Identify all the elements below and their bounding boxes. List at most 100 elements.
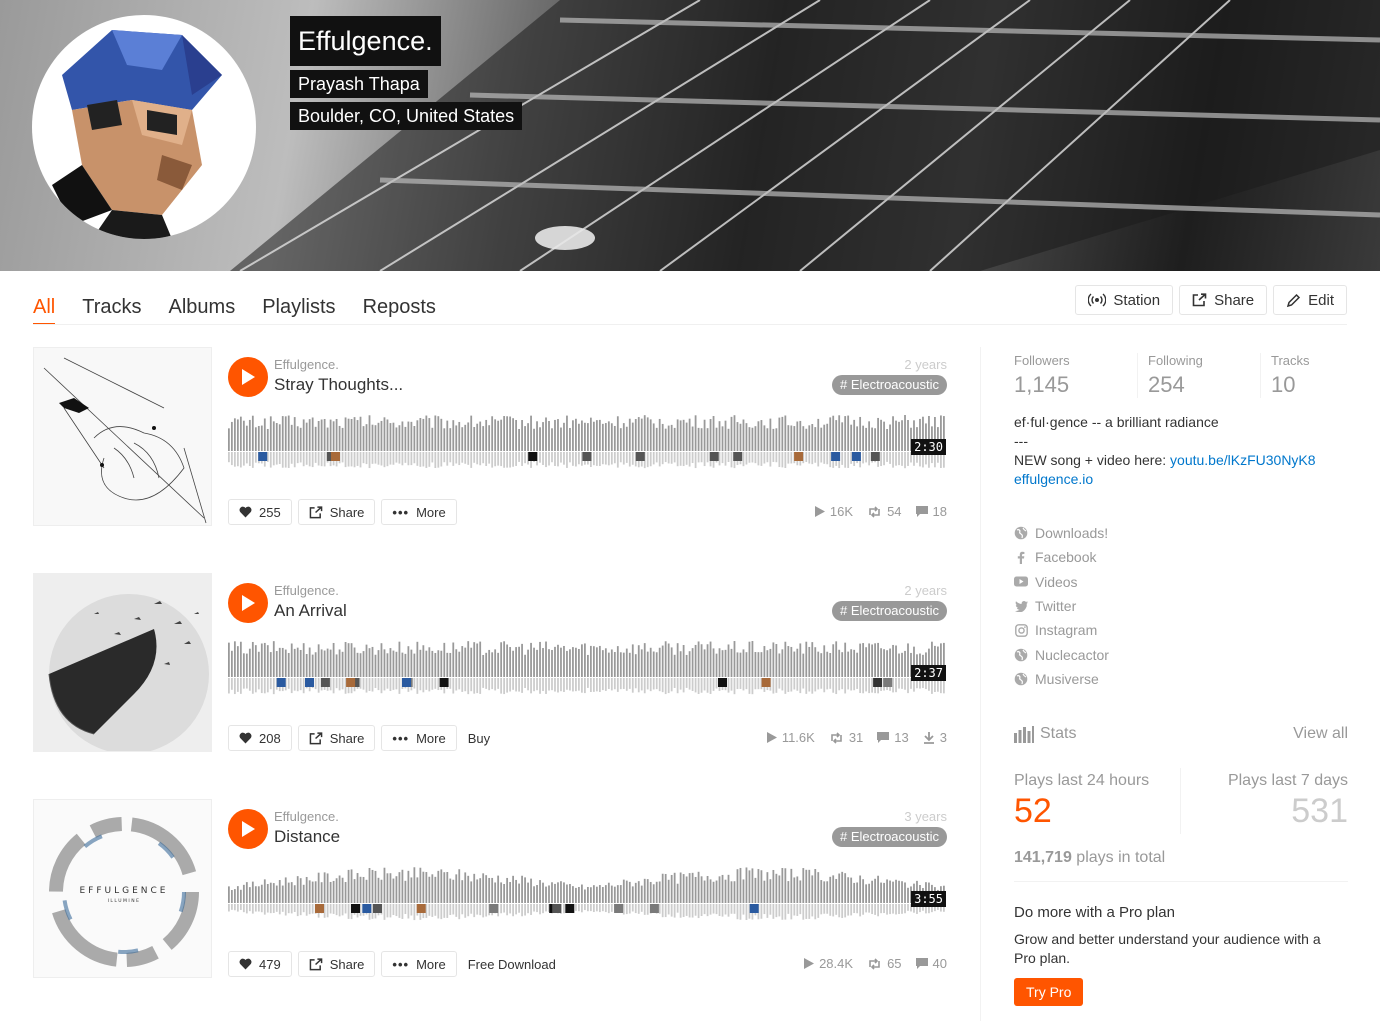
artwork-sub: ILLUMINE <box>108 898 141 904</box>
tab-reposts[interactable]: Reposts <box>363 285 436 325</box>
track-artwork[interactable] <box>33 573 212 752</box>
following-count[interactable]: Following 254 <box>1137 353 1260 398</box>
edit-profile-button[interactable]: Edit <box>1273 285 1347 315</box>
play-button[interactable] <box>228 583 268 623</box>
track-actions: 479 Share ••• More Free Download <box>228 951 561 977</box>
link-instagram[interactable]: Instagram <box>1014 618 1109 642</box>
profile-tabs: All Tracks Albums Playlists Reposts <box>33 285 436 325</box>
station-icon <box>1088 293 1107 307</box>
share-label: Share <box>329 504 365 520</box>
genre-tag[interactable]: # Electroacoustic <box>832 375 947 395</box>
track-age: 2 years <box>904 583 947 598</box>
free-download-link[interactable]: Free Download <box>463 957 561 972</box>
share-button[interactable]: Share <box>297 499 376 525</box>
genre-tag[interactable]: # Electroacoustic <box>832 601 947 621</box>
plays-7d-label: Plays last 7 days <box>1227 772 1348 789</box>
globe-icon <box>1014 648 1028 662</box>
link-downloads[interactable]: Downloads! <box>1014 521 1109 545</box>
bar-chart-icon <box>1014 725 1034 743</box>
waveform[interactable] <box>228 861 946 927</box>
ellipsis-icon: ••• <box>392 730 410 746</box>
genre-tag-label: Electroacoustic <box>850 829 939 844</box>
more-button[interactable]: ••• More <box>381 725 457 751</box>
tab-albums[interactable]: Albums <box>169 285 236 325</box>
edit-label: Edit <box>1308 291 1334 309</box>
tab-playlists[interactable]: Playlists <box>262 285 335 325</box>
share-icon <box>309 505 323 518</box>
genre-tag-label: Electroacoustic <box>850 377 939 392</box>
share-label: Share <box>1214 291 1255 309</box>
share-button[interactable]: Share <box>297 951 376 977</box>
track-artist[interactable]: Effulgence. <box>274 357 339 372</box>
pro-plan-title: Do more with a Pro plan <box>1014 904 1175 921</box>
repost-icon <box>869 505 880 518</box>
followers-label: Followers <box>1014 353 1070 368</box>
comment-icon <box>915 506 928 517</box>
tracks-count[interactable]: Tracks 10 <box>1260 353 1380 398</box>
track-stats: 11.6K 31 13 3 <box>766 730 947 745</box>
tracks-label: Tracks <box>1271 353 1310 368</box>
play-button[interactable] <box>228 357 268 397</box>
like-button[interactable]: 479 <box>228 951 292 977</box>
youtube-icon <box>1014 575 1028 589</box>
station-button[interactable]: Station <box>1075 285 1174 315</box>
more-button[interactable]: ••• More <box>381 499 457 525</box>
followers-count[interactable]: Followers 1,145 <box>1014 353 1137 398</box>
link-facebook[interactable]: Facebook <box>1014 545 1109 569</box>
more-label: More <box>416 730 446 746</box>
track-duration: 2:37 <box>911 665 946 681</box>
track-age: 2 years <box>904 357 947 372</box>
plays-stat: 28.4K <box>804 956 853 971</box>
link-videos[interactable]: Videos <box>1014 570 1109 594</box>
try-pro-button[interactable]: Try Pro <box>1014 978 1084 1006</box>
track-artist[interactable]: Effulgence. <box>274 583 339 598</box>
share-label: Share <box>329 956 365 972</box>
link-label: Instagram <box>1035 622 1098 639</box>
plays-24h-label: Plays last 24 hours <box>1014 772 1150 789</box>
profile-avatar[interactable] <box>32 15 256 239</box>
website-link[interactable]: effulgence.io <box>1014 471 1093 487</box>
globe-icon <box>1014 672 1028 686</box>
buy-link[interactable]: Buy <box>463 731 495 746</box>
tab-all[interactable]: All <box>33 285 56 325</box>
link-label: Nuclecactor <box>1035 646 1109 663</box>
profile-location: Boulder, CO, United States <box>290 102 523 130</box>
track-artwork[interactable]: EFFULGENCE ILLUMINE <box>33 799 212 978</box>
play-icon <box>242 821 255 837</box>
track-title[interactable]: Stray Thoughts... <box>274 375 403 395</box>
play-count-icon <box>804 958 815 969</box>
like-count: 479 <box>259 956 281 972</box>
like-button[interactable]: 208 <box>228 725 292 751</box>
track-artist[interactable]: Effulgence. <box>274 809 339 824</box>
link-label: Downloads! <box>1035 525 1109 542</box>
track-title[interactable]: An Arrival <box>274 601 347 621</box>
waveform[interactable] <box>228 635 946 701</box>
track-title[interactable]: Distance <box>274 827 340 847</box>
youtube-link[interactable]: youtu.be/lKzFU30NyK8 <box>1170 452 1316 468</box>
play-button[interactable] <box>228 809 268 849</box>
view-all-link[interactable]: View all <box>1293 725 1348 743</box>
waveform[interactable] <box>228 409 946 475</box>
genre-tag[interactable]: # Electroacoustic <box>832 827 947 847</box>
bio-line: ef·ful·gence -- a brilliant radiance <box>1014 414 1219 430</box>
tab-tracks[interactable]: Tracks <box>82 285 141 325</box>
track-duration: 3:55 <box>911 891 946 907</box>
repost-icon <box>831 731 842 744</box>
share-label: Share <box>329 730 365 746</box>
track-artwork[interactable] <box>33 347 212 526</box>
more-button[interactable]: ••• More <box>381 951 457 977</box>
profile-title: Effulgence. <box>290 16 441 66</box>
share-button[interactable]: Share <box>297 725 376 751</box>
like-button[interactable]: 255 <box>228 499 292 525</box>
total-plays: 141,719 plays in total <box>1014 849 1166 866</box>
link-nuclecactor[interactable]: Nuclecactor <box>1014 642 1109 666</box>
play-icon <box>242 595 255 611</box>
link-musiverse[interactable]: Musiverse <box>1014 667 1109 691</box>
play-count-icon <box>814 506 825 517</box>
reposts-stat: 31 <box>829 730 863 745</box>
link-label: Facebook <box>1035 549 1097 566</box>
artwork-brand: EFFULGENCE <box>79 886 168 896</box>
link-twitter[interactable]: Twitter <box>1014 594 1109 618</box>
track-duration: 2:30 <box>911 439 946 455</box>
share-profile-button[interactable]: Share <box>1179 285 1268 315</box>
